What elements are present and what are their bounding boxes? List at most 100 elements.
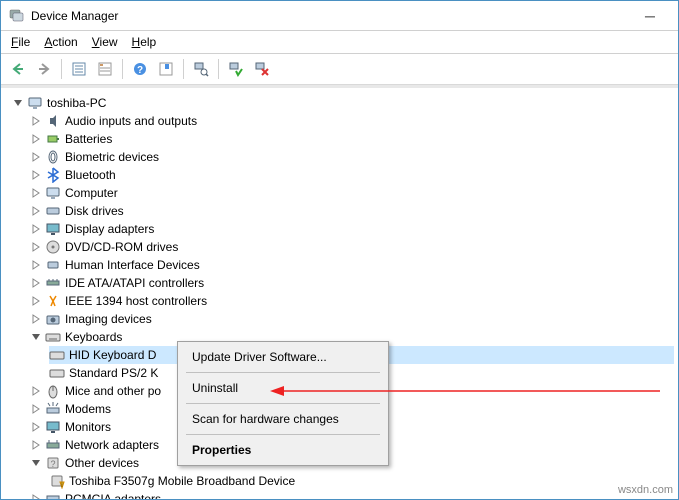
- node-label: Audio inputs and outputs: [65, 114, 197, 128]
- tree-node[interactable]: IEEE 1394 host controllers: [29, 292, 674, 310]
- expand-icon[interactable]: [29, 258, 43, 272]
- expand-icon[interactable]: [29, 222, 43, 236]
- forward-button[interactable]: [33, 58, 55, 80]
- toolbar-separator: [61, 59, 62, 79]
- monitor-icon: [45, 419, 61, 435]
- pcmcia-icon: [45, 491, 61, 499]
- tree-node[interactable]: Computer: [29, 184, 674, 202]
- svg-text:?: ?: [137, 65, 143, 76]
- properties-tool-button[interactable]: [68, 58, 90, 80]
- uninstall-tool-button[interactable]: [251, 58, 273, 80]
- back-button[interactable]: [7, 58, 29, 80]
- context-menu: Update Driver Software... Uninstall Scan…: [177, 341, 389, 466]
- node-label: Imaging devices: [65, 312, 152, 326]
- details-tool-button[interactable]: [94, 58, 116, 80]
- computer-icon: [45, 185, 61, 201]
- minimize-button[interactable]: ─: [630, 4, 670, 28]
- help-sheet-button[interactable]: [155, 58, 177, 80]
- enable-tool-button[interactable]: [225, 58, 247, 80]
- node-label: Network adapters: [65, 438, 159, 452]
- tree-node[interactable]: Bluetooth: [29, 166, 674, 184]
- expand-icon[interactable]: [29, 114, 43, 128]
- svg-text:?: ?: [50, 459, 55, 469]
- node-label: Monitors: [65, 420, 111, 434]
- help-tool-button[interactable]: ?: [129, 58, 151, 80]
- toolbar-separator: [183, 59, 184, 79]
- tree-node[interactable]: Disk drives: [29, 202, 674, 220]
- watermark: wsxdn.com: [618, 484, 673, 496]
- keyboard-icon: [45, 329, 61, 345]
- disk-icon: [45, 203, 61, 219]
- expand-icon[interactable]: [29, 384, 43, 398]
- expand-icon[interactable]: [29, 492, 43, 499]
- node-label: PCMCIA adapters: [65, 492, 161, 499]
- expand-icon[interactable]: [29, 150, 43, 164]
- expand-icon[interactable]: [29, 204, 43, 218]
- tree-node[interactable]: Audio inputs and outputs: [29, 112, 674, 130]
- firewire-icon: [45, 293, 61, 309]
- expand-icon[interactable]: [11, 96, 25, 110]
- menu-help[interactable]: Help: [132, 35, 157, 49]
- menu-file[interactable]: File: [11, 35, 30, 49]
- expand-icon[interactable]: [29, 420, 43, 434]
- expand-icon[interactable]: [29, 186, 43, 200]
- device-manager-icon: [9, 8, 25, 24]
- expand-icon[interactable]: [29, 132, 43, 146]
- toolbar-separator: [218, 59, 219, 79]
- toolbar-separator: [122, 59, 123, 79]
- battery-icon: [45, 131, 61, 147]
- window-title: Device Manager: [31, 9, 118, 23]
- tree-node[interactable]: Display adapters: [29, 220, 674, 238]
- root-node[interactable]: toshiba-PC: [11, 94, 674, 112]
- scan-tool-button[interactable]: [190, 58, 212, 80]
- modem-icon: [45, 401, 61, 417]
- tree-node-toshiba-broadband[interactable]: !Toshiba F3507g Mobile Broadband Device: [49, 472, 674, 490]
- titlebar: Device Manager ─: [1, 1, 678, 31]
- tree-node[interactable]: Imaging devices: [29, 310, 674, 328]
- expand-icon[interactable]: [29, 276, 43, 290]
- node-label: HID Keyboard D: [69, 348, 156, 362]
- tree-node[interactable]: PCMCIA adapters: [29, 490, 674, 499]
- keyboard-icon: [49, 347, 65, 363]
- optical-icon: [45, 239, 61, 255]
- menu-action[interactable]: Action: [44, 35, 77, 49]
- keyboard-icon: [49, 365, 65, 381]
- collapse-icon[interactable]: [29, 330, 43, 344]
- node-label: DVD/CD-ROM drives: [65, 240, 178, 254]
- warning-icon: !: [49, 473, 65, 489]
- menu-separator: [186, 372, 380, 373]
- node-label: Standard PS/2 K: [69, 366, 158, 380]
- ctx-scan[interactable]: Scan for hardware changes: [180, 406, 386, 432]
- computer-icon: [27, 95, 43, 111]
- root-label: toshiba-PC: [47, 96, 106, 110]
- node-label: Mice and other po: [65, 384, 161, 398]
- tree-node[interactable]: Batteries: [29, 130, 674, 148]
- node-label: Other devices: [65, 456, 139, 470]
- tree-node[interactable]: DVD/CD-ROM drives: [29, 238, 674, 256]
- bluetooth-icon: [45, 167, 61, 183]
- other-icon: ?: [45, 455, 61, 471]
- node-label: IDE ATA/ATAPI controllers: [65, 276, 204, 290]
- node-label: Modems: [65, 402, 111, 416]
- collapse-icon[interactable]: [29, 456, 43, 470]
- ctx-properties[interactable]: Properties: [180, 437, 386, 463]
- hid-icon: [45, 257, 61, 273]
- tree-node[interactable]: IDE ATA/ATAPI controllers: [29, 274, 674, 292]
- expand-icon[interactable]: [29, 438, 43, 452]
- ctx-update-driver[interactable]: Update Driver Software...: [180, 344, 386, 370]
- node-label: IEEE 1394 host controllers: [65, 294, 207, 308]
- toolbar: ?: [1, 54, 678, 85]
- expand-icon[interactable]: [29, 294, 43, 308]
- imaging-icon: [45, 311, 61, 327]
- ctx-uninstall[interactable]: Uninstall: [180, 375, 386, 401]
- expand-icon[interactable]: [29, 402, 43, 416]
- menu-view[interactable]: View: [92, 35, 118, 49]
- node-label: Computer: [65, 186, 118, 200]
- expand-icon[interactable]: [29, 312, 43, 326]
- expand-icon[interactable]: [29, 240, 43, 254]
- tree-node[interactable]: Human Interface Devices: [29, 256, 674, 274]
- expand-icon[interactable]: [29, 168, 43, 182]
- node-label: Disk drives: [65, 204, 124, 218]
- tree-node[interactable]: Biometric devices: [29, 148, 674, 166]
- node-label: Keyboards: [65, 330, 122, 344]
